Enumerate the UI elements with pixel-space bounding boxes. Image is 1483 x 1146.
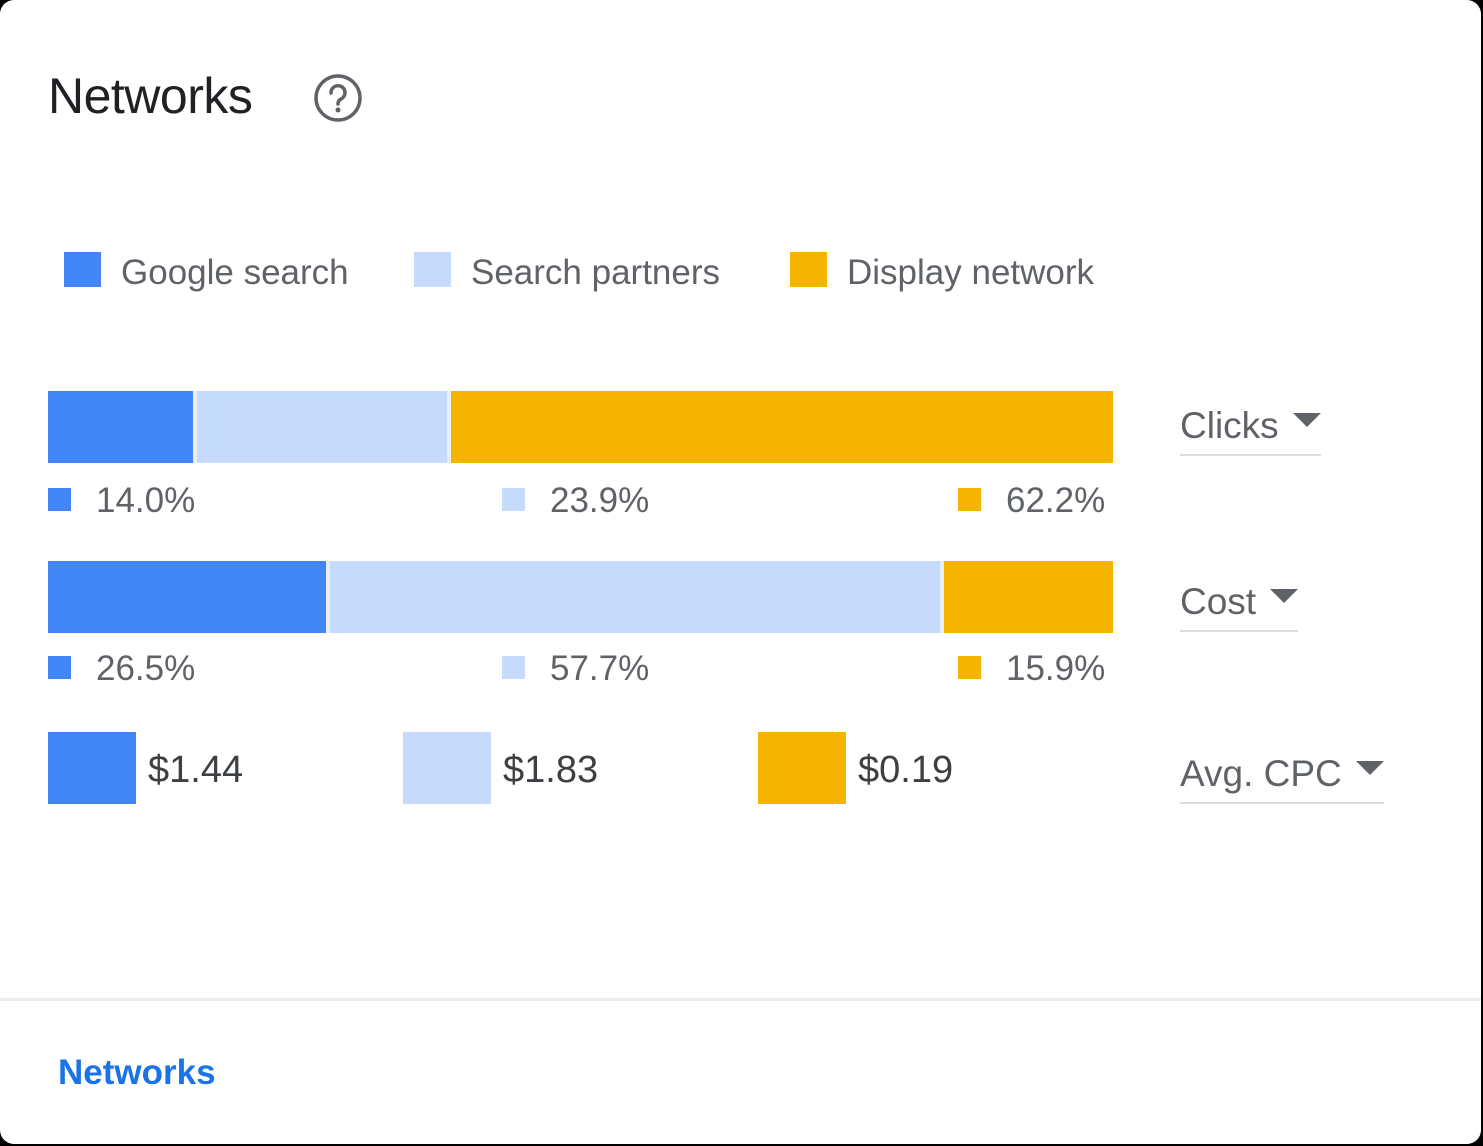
cost-segment-display-network: [943, 561, 1113, 633]
percent-swatch: [958, 488, 981, 511]
card-title: Networks: [48, 68, 253, 124]
percent-swatch: [48, 656, 71, 679]
clicks-segment-display-network: [451, 391, 1113, 463]
cost-segment-google-search: [48, 561, 330, 633]
clicks-stacked-bar: [48, 391, 1113, 463]
percent-swatch: [502, 488, 525, 511]
cost-percent-google-search: 26.5%: [96, 649, 196, 688]
avg-cpc-swatch-search-partners: [403, 732, 491, 804]
percent-swatch: [48, 488, 71, 511]
legend-label: Google search: [121, 253, 349, 292]
clicks-segment-search-partners: [196, 391, 452, 463]
legend-label: Display network: [847, 253, 1095, 292]
legend-swatch: [414, 252, 451, 287]
dropdown-label: Clicks: [1180, 405, 1279, 446]
caret-down-icon: [1355, 761, 1384, 776]
networks-link[interactable]: Networks: [58, 1053, 216, 1093]
networks-card: Networks Google search Search partners D…: [0, 0, 1481, 1144]
caret-down-icon: [1270, 589, 1299, 604]
legend-label: Search partners: [471, 253, 721, 292]
percent-swatch: [958, 656, 981, 679]
dropdown-label: Cost: [1180, 581, 1257, 622]
cost-metric-dropdown[interactable]: Cost: [1180, 580, 1299, 632]
card-footer: Networks: [0, 998, 1481, 1144]
avg-cpc-value-display-network: $0.19: [858, 749, 954, 791]
avg-cpc-value-google-search: $1.44: [148, 749, 244, 791]
clicks-percent-search-partners: 23.9%: [550, 481, 650, 520]
avg-cpc-swatch-google-search: [48, 732, 136, 804]
cost-percent-search-partners: 57.7%: [550, 649, 650, 688]
clicks-percent-display-network: 62.2%: [1006, 481, 1106, 520]
avg-cpc-value-search-partners: $1.83: [503, 749, 599, 791]
caret-down-icon: [1292, 413, 1321, 428]
percent-swatch: [502, 656, 525, 679]
cost-segment-search-partners: [329, 561, 944, 633]
clicks-segment-google-search: [48, 391, 197, 463]
dropdown-label: Avg. CPC: [1180, 753, 1342, 794]
legend-swatch: [64, 252, 101, 287]
legend-swatch: [790, 252, 827, 287]
help-circle-icon[interactable]: [312, 72, 364, 124]
cost-stacked-bar: [48, 561, 1113, 633]
avg-cpc-metric-dropdown[interactable]: Avg. CPC: [1180, 752, 1384, 804]
clicks-percent-google-search: 14.0%: [96, 481, 196, 520]
clicks-metric-dropdown[interactable]: Clicks: [1180, 404, 1321, 456]
cost-percent-display-network: 15.9%: [1006, 649, 1106, 688]
avg-cpc-swatch-display-network: [758, 732, 846, 804]
